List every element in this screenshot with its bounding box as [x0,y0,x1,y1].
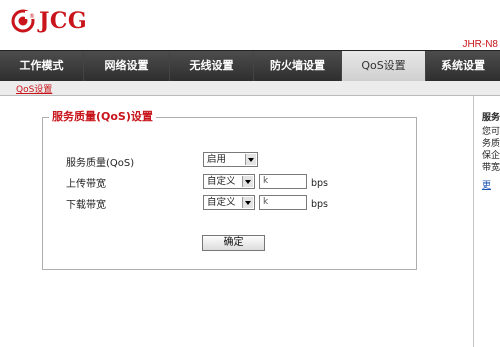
dropdown-arrow-icon [245,154,256,165]
download-bandwidth-label: 下载带宽 [66,200,106,211]
main-nav: 工作模式 网络设置 无线设置 防火墙设置 QoS设置 系统设置 [0,50,500,81]
sub-nav: QoS设置 [0,81,500,96]
nav-tab-qos[interactable]: QoS设置 [342,51,426,81]
nav-tab-firewall[interactable]: 防火墙设置 [254,51,342,81]
brand-logo: ® JCG [11,8,87,34]
confirm-button[interactable]: 确定 [202,235,265,251]
qos-enable-select[interactable]: 启用 [203,152,258,167]
subnav-link-qos[interactable]: QoS设置 [16,82,52,95]
upload-mode-value: 自定义 [207,176,236,187]
help-title: 服务 [482,113,500,123]
model-number: JHR-N8 [462,39,498,50]
download-unit: bps [311,199,329,210]
brand-name: JCG [39,8,88,34]
upload-unit: bps [311,178,329,189]
help-more-link[interactable]: 更 [482,178,491,191]
download-mode-select[interactable]: 自定义 [203,195,255,210]
upload-bandwidth-label: 上传带宽 [66,179,106,190]
content-panel: 服务质量(QoS)设置 服务质量(QoS) 启用 上传带宽 自定义 k bps … [0,96,474,347]
svg-text:®: ® [29,13,35,20]
help-text-line: 带宽 [482,163,500,173]
dropdown-arrow-icon [242,176,253,187]
help-panel: 服务 您可 务质 保企 带宽 更 [474,96,500,347]
download-mode-value: 自定义 [207,197,236,208]
upload-bandwidth-input[interactable]: k [259,174,307,189]
download-bandwidth-input[interactable]: k [259,195,307,210]
qos-enable-value: 启用 [207,154,227,165]
upload-mode-select[interactable]: 自定义 [203,174,255,189]
qos-enable-label: 服务质量(QoS) [66,158,135,169]
qos-settings-legend: 服务质量(QoS)设置 [49,108,156,124]
jcg-logo-icon: ® [11,9,35,33]
nav-tab-system[interactable]: 系统设置 [426,51,500,81]
nav-tab-work-mode[interactable]: 工作模式 [0,51,84,81]
nav-tab-wireless[interactable]: 无线设置 [170,51,254,81]
nav-tab-network[interactable]: 网络设置 [84,51,170,81]
dropdown-arrow-icon [242,197,253,208]
